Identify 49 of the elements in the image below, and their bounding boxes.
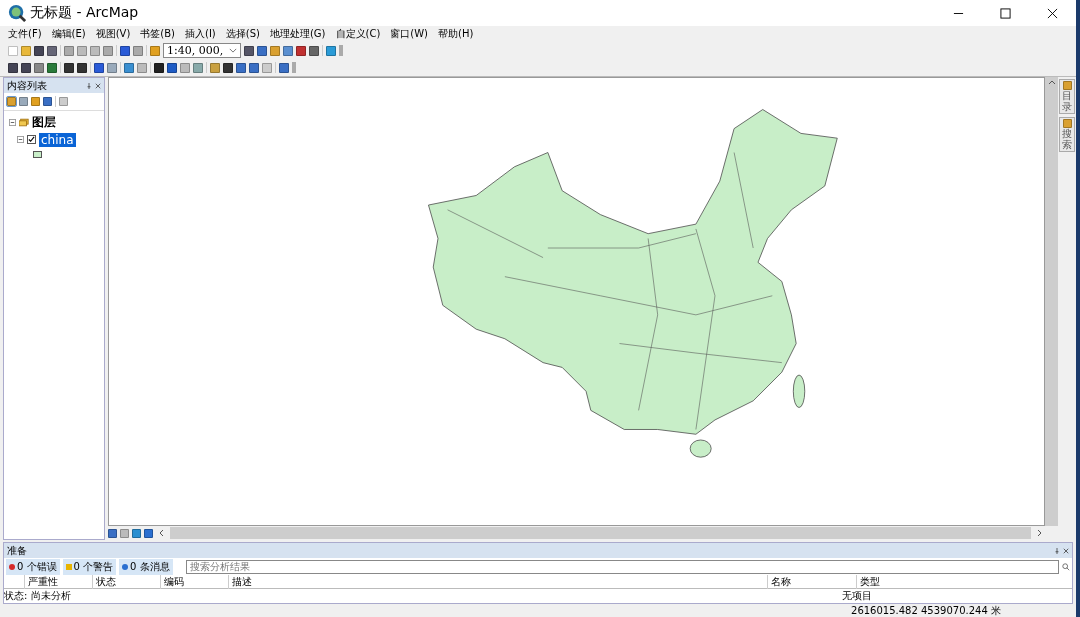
menu-item[interactable]: 选择(S): [225, 27, 260, 41]
menu-item[interactable]: 地理处理(G): [269, 27, 326, 41]
filter-button[interactable]: 0 个警告: [62, 558, 117, 575]
error-icon: [9, 563, 15, 570]
empty-message: 无项目: [842, 588, 872, 603]
menu-item[interactable]: 文件(F): [8, 27, 42, 41]
side-tab[interactable]: 搜索: [1059, 117, 1075, 152]
scroll-left-icon[interactable]: [159, 529, 164, 537]
column-header[interactable]: 严重性: [24, 574, 92, 589]
pin-icon[interactable]: [86, 83, 92, 89]
collapse-icon[interactable]: [17, 136, 24, 143]
scroll-right-icon[interactable]: [1037, 529, 1042, 537]
arcmap-logo-icon: [8, 4, 26, 22]
legend-swatch: [33, 150, 42, 158]
analysis-status: 状态: 尚未分析: [4, 588, 71, 603]
column-header[interactable]: 描述: [228, 574, 767, 589]
column-header[interactable]: 状态: [92, 574, 160, 589]
pin-icon[interactable]: [1054, 548, 1060, 554]
panel-title: 准备: [7, 543, 27, 558]
info-icon: [122, 563, 129, 570]
collapse-icon[interactable]: [9, 119, 16, 126]
menu-item[interactable]: 帮助(H): [438, 27, 474, 41]
panel-title: 内容列表: [7, 78, 47, 93]
coordinates-readout: 2616015.482 4539070.244 米: [851, 603, 1001, 617]
column-header[interactable]: 类型: [856, 574, 945, 589]
menu-item[interactable]: 视图(V): [95, 27, 131, 41]
side-tab[interactable]: 目录: [1059, 79, 1075, 114]
column-header[interactable]: 名称: [767, 574, 856, 589]
scale-dropdown[interactable]: 1:40, 000,: [163, 43, 242, 58]
menu-item[interactable]: 自定义(C): [335, 27, 381, 41]
menu-item[interactable]: 书签(B): [140, 27, 175, 41]
layers-icon: [19, 118, 29, 127]
filter-button[interactable]: 0 条消息: [119, 558, 173, 575]
warning-icon: [65, 563, 72, 570]
vertical-scrollbar[interactable]: [1045, 77, 1058, 526]
menu-item[interactable]: 插入(I): [185, 27, 216, 41]
search-field[interactable]: 搜索分析结果: [185, 559, 1059, 574]
horizontal-scrollbar[interactable]: [170, 527, 1031, 539]
layer-label[interactable]: china: [39, 132, 76, 147]
filter-button[interactable]: 0 个错误: [6, 558, 60, 575]
column-header[interactable]: 编码: [160, 574, 228, 589]
menu-item[interactable]: 编辑(E): [51, 27, 86, 41]
layer-group-label[interactable]: 图层: [32, 114, 56, 131]
layer-checkbox[interactable]: [27, 135, 36, 144]
window-title: 无标题 - ArcMap: [30, 4, 139, 22]
scroll-up-icon[interactable]: [1047, 80, 1056, 85]
menu-item[interactable]: 窗口(W): [390, 27, 428, 41]
search-icon[interactable]: [1062, 562, 1070, 571]
chevron-down-icon: [229, 48, 238, 53]
